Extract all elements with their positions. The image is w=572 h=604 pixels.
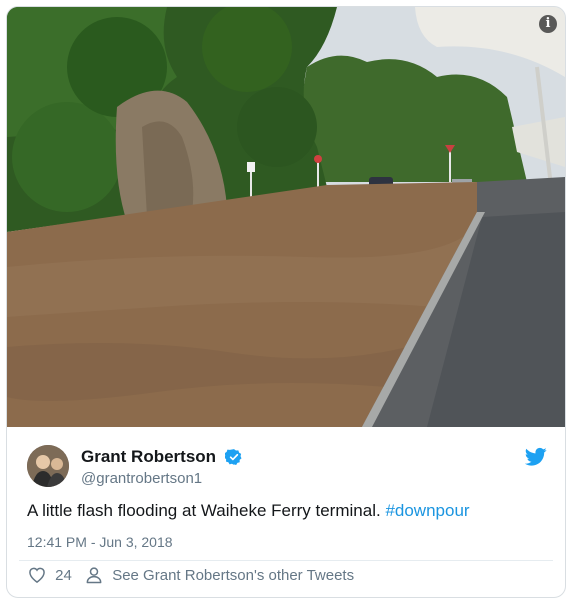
tweet-author: Grant Robertson @grantrobertson1 bbox=[27, 443, 547, 489]
verified-badge-icon bbox=[224, 449, 242, 466]
tweet-timestamp[interactable]: 12:41 PM - Jun 3, 2018 bbox=[27, 534, 173, 550]
flooded-ferry-terminal-image bbox=[7, 7, 565, 427]
info-icon[interactable]: i bbox=[539, 15, 557, 33]
person-icon bbox=[86, 567, 102, 584]
hashtag-link[interactable]: #downpour bbox=[385, 501, 469, 520]
tweet-actions: 24 See Grant Robertson's other Tweets bbox=[27, 565, 354, 591]
like-count[interactable]: 24 bbox=[55, 567, 72, 584]
author-names: Grant Robertson @grantrobertson1 bbox=[81, 447, 243, 487]
author-display-name[interactable]: Grant Robertson bbox=[81, 447, 216, 467]
tweet-body: A little flash flooding at Waiheke Ferry… bbox=[27, 501, 381, 520]
heart-icon[interactable] bbox=[27, 565, 47, 585]
divider bbox=[19, 560, 553, 561]
avatar[interactable] bbox=[27, 445, 69, 487]
tweet-photo[interactable]: i bbox=[7, 7, 565, 427]
embedded-tweet-card: i Grant Robertson @grantrobertson1 A lit… bbox=[6, 6, 566, 598]
avatar-image bbox=[27, 445, 69, 487]
tweet-text: A little flash flooding at Waiheke Ferry… bbox=[27, 501, 470, 521]
author-handle[interactable]: @grantrobertson1 bbox=[81, 470, 243, 487]
twitter-bird-icon[interactable] bbox=[525, 447, 547, 467]
other-tweets-link[interactable]: See Grant Robertson's other Tweets bbox=[112, 567, 354, 584]
